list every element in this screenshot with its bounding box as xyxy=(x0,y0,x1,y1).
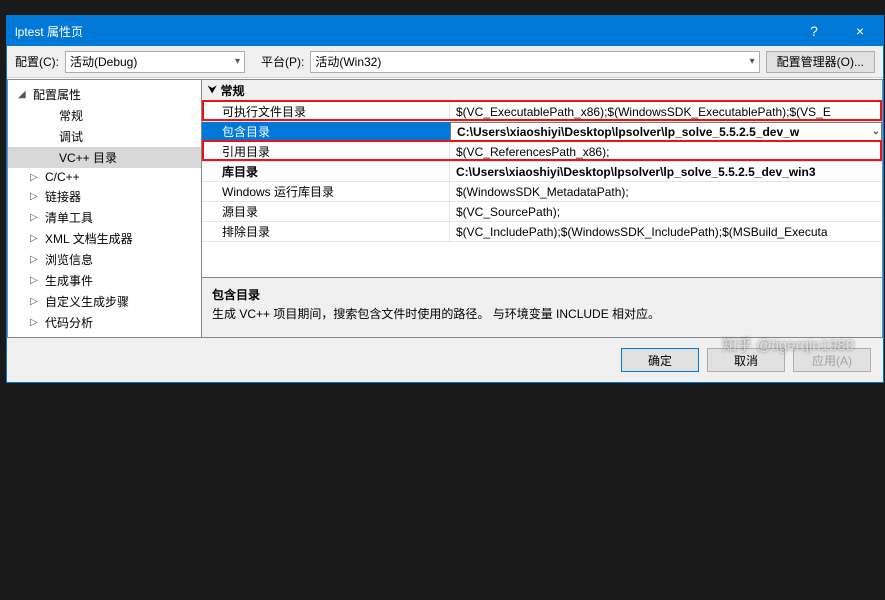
property-value[interactable]: C:\Users\xiaoshiyi\Desktop\lpsolver\lp_s… xyxy=(450,162,882,181)
property-row[interactable]: 包含目录C:\Users\xiaoshiyi\Desktop\lpsolver\… xyxy=(202,122,882,142)
tree-item-label: C/C++ xyxy=(45,170,80,184)
tree-item[interactable]: ▷ 清单工具 xyxy=(8,207,201,228)
tree-item[interactable]: ▷ C/C++ xyxy=(8,168,201,186)
chevron-down-icon: ▾ xyxy=(235,56,240,67)
property-panel: ⮟ 常规 可执行文件目录$(VC_ExecutablePath_x86);$(W… xyxy=(202,79,883,338)
property-name: 可执行文件目录 xyxy=(202,102,450,121)
expand-icon[interactable]: ▷ xyxy=(30,275,41,286)
tree-item-label: 浏览信息 xyxy=(45,251,93,268)
expand-icon[interactable]: ▷ xyxy=(30,172,41,183)
property-row[interactable]: 可执行文件目录$(VC_ExecutablePath_x86);$(Window… xyxy=(202,102,882,122)
tree-root[interactable]: ◢ 配置属性 xyxy=(8,84,201,105)
description-title: 包含目录 xyxy=(212,286,872,303)
property-row[interactable]: 排除目录$(VC_IncludePath);$(WindowsSDK_Inclu… xyxy=(202,222,882,242)
property-pages-dialog: lptest 属性页 ? × 配置(C): 活动(Debug) ▾ 平台(P):… xyxy=(6,15,884,383)
property-row[interactable]: Windows 运行库目录$(WindowsSDK_MetadataPath); xyxy=(202,182,882,202)
property-name: Windows 运行库目录 xyxy=(202,182,450,201)
config-toolbar: 配置(C): 活动(Debug) ▾ 平台(P): 活动(Win32) ▾ 配置… xyxy=(7,46,883,78)
dialog-footer: 确定 取消 应用(A) xyxy=(7,338,883,382)
tree-item[interactable]: ▷ 链接器 xyxy=(8,186,201,207)
tree-item[interactable]: 调试 xyxy=(8,126,201,147)
tree-item-label: 清单工具 xyxy=(45,209,93,226)
chevron-down-icon: ▾ xyxy=(750,56,755,67)
tree-item-label: VC++ 目录 xyxy=(59,149,117,166)
cancel-button[interactable]: 取消 xyxy=(707,348,785,372)
property-row[interactable]: 引用目录$(VC_ReferencesPath_x86); xyxy=(202,142,882,162)
property-value[interactable]: C:\Users\xiaoshiyi\Desktop\lpsolver\lp_s… xyxy=(450,122,882,141)
collapse-icon[interactable]: ◢ xyxy=(18,89,29,100)
help-button[interactable]: ? xyxy=(791,16,837,46)
tree-item[interactable]: ▷ XML 文档生成器 xyxy=(8,228,201,249)
chevron-down-icon: ⮟ xyxy=(208,85,217,96)
close-button[interactable]: × xyxy=(837,16,883,46)
property-value[interactable]: $(VC_SourcePath); xyxy=(450,202,882,221)
property-name: 排除目录 xyxy=(202,222,450,241)
expand-icon[interactable]: ▷ xyxy=(30,191,41,202)
property-name: 包含目录 xyxy=(202,122,450,141)
ok-button[interactable]: 确定 xyxy=(621,348,699,372)
tree-item[interactable]: ▷ 自定义生成步骤 xyxy=(8,291,201,312)
property-name: 库目录 xyxy=(202,162,450,181)
expand-icon[interactable]: ▷ xyxy=(30,254,41,265)
tree-item-label: 代码分析 xyxy=(45,314,93,331)
platform-combo[interactable]: 活动(Win32) ▾ xyxy=(310,51,759,73)
expand-icon[interactable]: ▷ xyxy=(30,233,41,244)
expand-icon[interactable]: ▷ xyxy=(30,296,41,307)
description-text: 生成 VC++ 项目期间，搜索包含文件时使用的路径。 与环境变量 INCLUDE… xyxy=(212,305,872,322)
tree-item-label: 生成事件 xyxy=(45,272,93,289)
titlebar: lptest 属性页 ? × xyxy=(7,16,883,46)
category-tree[interactable]: ◢ 配置属性 常规调试 VC++ 目录 ▷ C/C++ ▷ 链接器 ▷ 清单工具 ▷ XML 文档… xyxy=(7,79,202,338)
tree-item[interactable]: VC++ 目录 xyxy=(8,147,201,168)
tree-item-label: 自定义生成步骤 xyxy=(45,293,129,310)
tree-item-label: 调试 xyxy=(59,128,83,145)
property-value[interactable]: $(VC_IncludePath);$(WindowsSDK_IncludePa… xyxy=(450,222,882,241)
tree-item[interactable]: ▷ 代码分析 xyxy=(8,312,201,333)
expand-icon[interactable]: ▷ xyxy=(30,212,41,223)
dropdown-icon[interactable]: ⌄ xyxy=(872,126,880,137)
apply-button[interactable]: 应用(A) xyxy=(793,348,871,372)
tree-item-label: XML 文档生成器 xyxy=(45,230,133,247)
tree-item-label: 常规 xyxy=(59,107,83,124)
config-manager-button[interactable]: 配置管理器(O)... xyxy=(766,51,875,73)
property-row[interactable]: 源目录$(VC_SourcePath); xyxy=(202,202,882,222)
tree-item[interactable]: ▷ 生成事件 xyxy=(8,270,201,291)
tree-item-label: 链接器 xyxy=(45,188,81,205)
config-combo[interactable]: 活动(Debug) ▾ xyxy=(65,51,245,73)
grid-group-header[interactable]: ⮟ 常规 xyxy=(202,80,882,102)
property-name: 源目录 xyxy=(202,202,450,221)
config-label: 配置(C): xyxy=(15,53,59,70)
platform-label: 平台(P): xyxy=(261,53,304,70)
tree-item[interactable]: 常规 xyxy=(8,105,201,126)
property-value[interactable]: $(VC_ExecutablePath_x86);$(WindowsSDK_Ex… xyxy=(450,102,882,121)
property-grid: 可执行文件目录$(VC_ExecutablePath_x86);$(Window… xyxy=(202,102,882,242)
expand-icon[interactable]: ▷ xyxy=(30,317,41,328)
window-title: lptest 属性页 xyxy=(15,23,791,40)
tree-item[interactable]: ▷ 浏览信息 xyxy=(8,249,201,270)
property-value[interactable]: $(WindowsSDK_MetadataPath); xyxy=(450,182,882,201)
description-panel: 包含目录 生成 VC++ 项目期间，搜索包含文件时使用的路径。 与环境变量 IN… xyxy=(202,277,882,337)
property-row[interactable]: 库目录C:\Users\xiaoshiyi\Desktop\lpsolver\l… xyxy=(202,162,882,182)
property-value[interactable]: $(VC_ReferencesPath_x86); xyxy=(450,142,882,161)
property-name: 引用目录 xyxy=(202,142,450,161)
